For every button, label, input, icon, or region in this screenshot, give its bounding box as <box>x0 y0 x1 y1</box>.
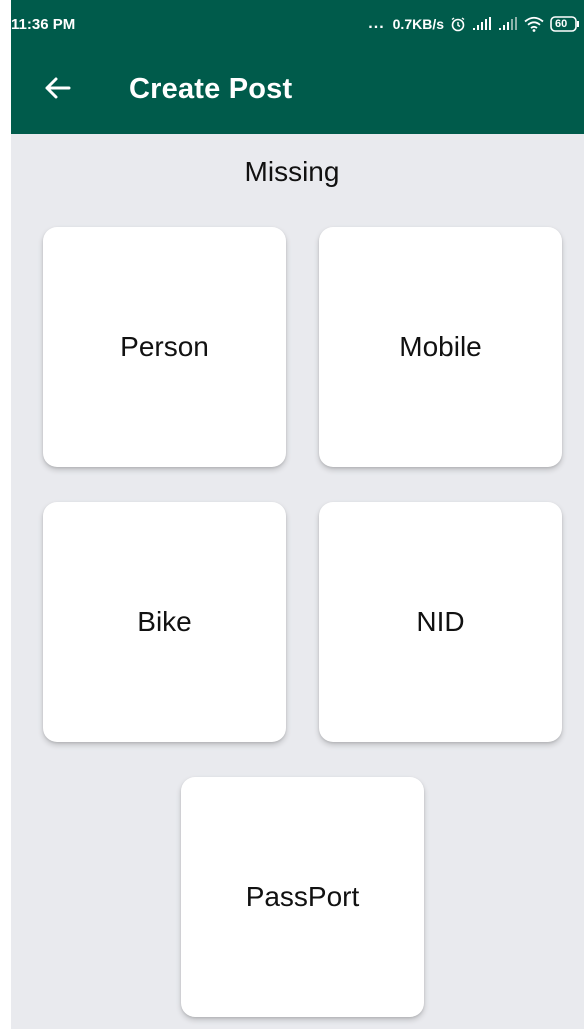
category-card-person[interactable]: Person <box>43 227 286 467</box>
category-card-nid[interactable]: NID <box>319 502 562 742</box>
section-heading: Missing <box>244 156 340 187</box>
signal-weak-icon <box>498 17 518 31</box>
arrow-left-icon <box>43 76 71 105</box>
category-label: Bike <box>137 606 192 637</box>
category-card-mobile[interactable]: Mobile <box>319 227 562 467</box>
category-label: Mobile <box>399 331 482 362</box>
category-label: PassPort <box>245 881 360 912</box>
wifi-icon <box>524 16 544 32</box>
page-title: Create Post <box>129 73 293 105</box>
app-bar: Create Post <box>11 48 584 134</box>
status-bar: 11:36 PM ... 0.7KB/s 60 <box>11 0 584 48</box>
status-time: 11:36 PM <box>11 16 76 33</box>
category-card-bike[interactable]: Bike <box>43 502 286 742</box>
battery-icon: 60 <box>550 16 580 32</box>
screen: 11:36 PM ... 0.7KB/s 60 Create Post Miss… <box>11 0 584 1029</box>
status-dots: ... <box>368 15 385 32</box>
category-label: Person <box>120 331 209 362</box>
signal-icon <box>472 17 492 31</box>
category-label: NID <box>416 606 465 637</box>
status-icons: ... 0.7KB/s 60 <box>368 14 580 34</box>
network-speed: 0.7KB/s <box>392 16 444 32</box>
back-button[interactable] <box>37 70 77 110</box>
battery-level: 60 <box>555 18 568 30</box>
alarm-icon <box>450 16 466 32</box>
category-card-passport[interactable]: PassPort <box>181 777 424 1017</box>
